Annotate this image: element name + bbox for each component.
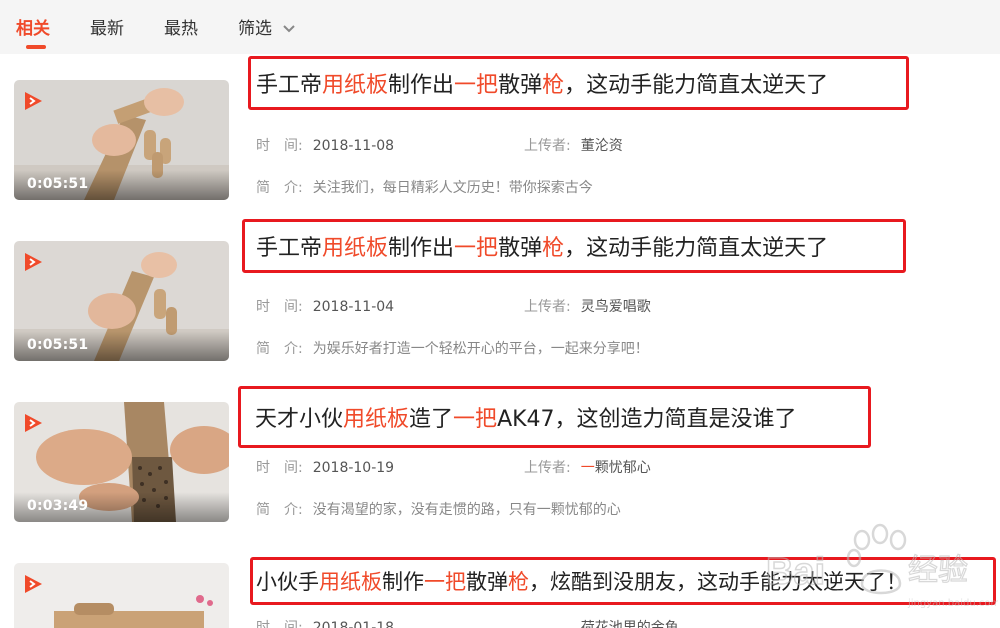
active-tab-indicator: [26, 45, 46, 49]
uploader-name[interactable]: 荷花池里的金鱼: [581, 620, 679, 628]
tab-filter[interactable]: 筛选: [238, 14, 297, 39]
video-thumbnail[interactable]: 0:05:51: [14, 80, 229, 200]
uploader: 上传者: 董沦资: [524, 138, 623, 154]
upload-date: 时 间: 2018-01-18: [256, 620, 395, 628]
video-list-item[interactable]: 0:05:51 手工帝用纸板制作出一把散弹枪，这动手能力简直太逆天了 时 间: 2…: [0, 56, 1000, 240]
title-highlight-box: 小伙手用纸板制作一把散弹枪，炫酷到没朋友，这动手能力太逆天了！: [250, 557, 996, 605]
play-icon: [25, 92, 42, 110]
video-list-item[interactable]: 0:03:49 天才小伙用纸板造了一把AK47，这创造力简直是没谁了 时 间: 2…: [0, 386, 1000, 562]
upload-date: 时 间: 2018-10-19: [256, 460, 395, 476]
tab-filter-label: 筛选: [238, 19, 272, 39]
uploader: 上传者: 一颗忧郁心: [524, 460, 651, 476]
uploader-name[interactable]: 董沦资: [581, 138, 623, 154]
video-intro: 简 介: 为娱乐好者打造一个轻松开心的平台，一起来分享吧！: [256, 341, 649, 357]
video-intro: 简 介: 关注我们，每日精彩人文历史！带你探索古今: [256, 180, 593, 196]
title-highlight-box: 手工帝用纸板制作出一把散弹枪，这动手能力简直太逆天了: [242, 219, 906, 273]
title-highlight-box: 手工帝用纸板制作出一把散弹枪，这动手能力简直太逆天了: [248, 56, 909, 110]
chevron-down-icon: [283, 25, 296, 33]
video-intro: 简 介: 没有渴望的家，没有走惯的路，只有一颗忧郁的心: [256, 502, 621, 518]
video-title[interactable]: 小伙手用纸板制作一把散弹枪，炫酷到没朋友，这动手能力太逆天了！: [256, 566, 907, 596]
play-icon: [25, 414, 42, 432]
upload-date: 时 间: 2018-11-04: [256, 299, 395, 315]
tab-related[interactable]: 相关: [16, 14, 50, 39]
video-thumbnail[interactable]: 0:05:51: [14, 241, 229, 361]
video-duration: 0:05:51: [27, 176, 89, 192]
filter-tab-bar: 相关 最新 最热 筛选: [0, 0, 1000, 54]
video-title[interactable]: 手工帝用纸板制作出一把散弹枪，这动手能力简直太逆天了: [256, 67, 828, 99]
tab-hottest[interactable]: 最热: [164, 14, 198, 39]
tab-latest[interactable]: 最新: [90, 14, 124, 39]
video-thumbnail[interactable]: 0:03:49: [14, 402, 229, 522]
uploader-name[interactable]: 灵鸟爱唱歌: [581, 299, 651, 315]
upload-date: 时 间: 2018-11-08: [256, 138, 395, 154]
video-list-item[interactable]: 小伙手用纸板制作一把散弹枪，炫酷到没朋友，这动手能力太逆天了！ 时 间: 2018…: [0, 557, 1000, 628]
thumbnail-image: [14, 563, 229, 628]
uploader-name[interactable]: 一颗忧郁心: [581, 460, 651, 476]
play-icon: [25, 253, 42, 271]
video-title[interactable]: 天才小伙用纸板造了一把AK47，这创造力简直是没谁了: [255, 401, 797, 433]
uploader: 上传者: 灵鸟爱唱歌: [524, 299, 651, 315]
video-thumbnail[interactable]: [14, 563, 229, 628]
play-icon: [25, 575, 42, 593]
uploader: 上传者:荷花池里的金鱼: [524, 617, 679, 628]
video-duration: 0:03:49: [27, 498, 89, 514]
video-list-item[interactable]: 0:05:51 手工帝用纸板制作出一把散弹枪，这动手能力简直太逆天了 时 间: 2…: [0, 219, 1000, 401]
title-highlight-box: 天才小伙用纸板造了一把AK47，这创造力简直是没谁了: [238, 386, 871, 448]
video-duration: 0:05:51: [27, 337, 89, 353]
video-title[interactable]: 手工帝用纸板制作出一把散弹枪，这动手能力简直太逆天了: [256, 230, 828, 262]
